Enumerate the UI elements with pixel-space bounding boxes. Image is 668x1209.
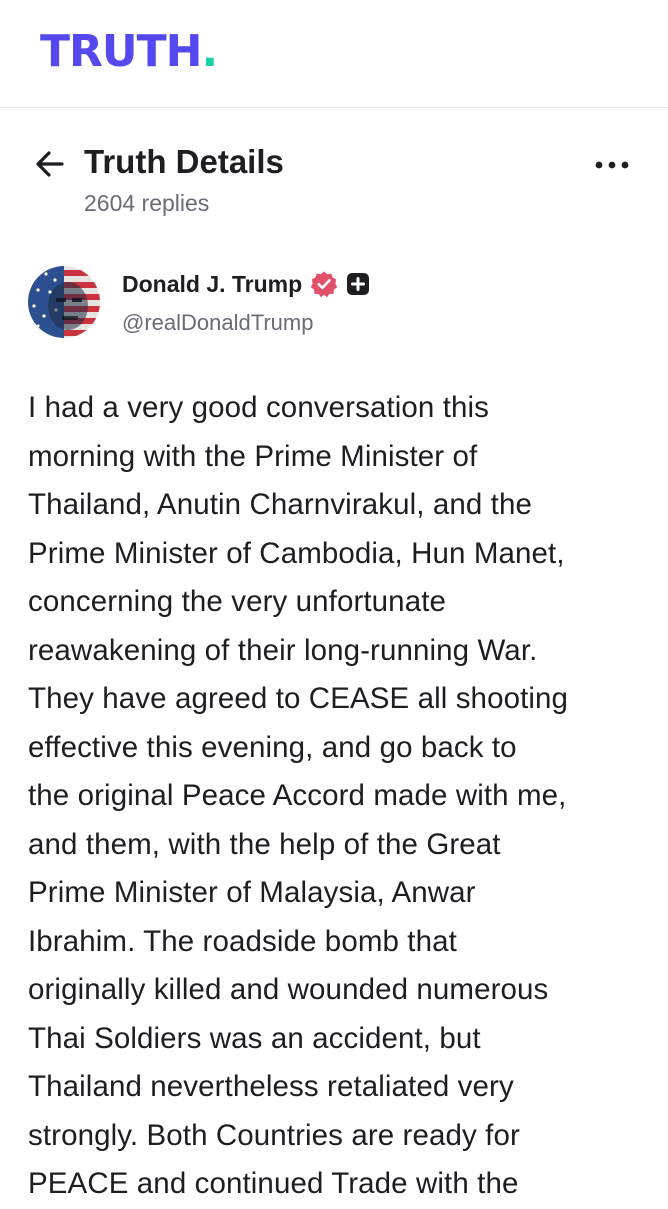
avatar[interactable] xyxy=(28,266,100,338)
page-header: Truth Details 2604 replies xyxy=(0,108,668,228)
post-text-line: reawakening of their long-running War. xyxy=(28,633,538,667)
post-author: Donald J. Trump @realDonaldTrump xyxy=(0,258,668,348)
top-bar: TRUTH. xyxy=(0,0,668,108)
post-text-line: and them, with the help of the Great xyxy=(28,827,501,861)
back-button[interactable] xyxy=(32,146,68,182)
more-options-button[interactable] xyxy=(592,150,632,180)
post-text-line: Ibrahim. The roadside bomb that xyxy=(28,924,457,958)
arrow-left-icon xyxy=(36,151,64,177)
author-handle[interactable]: @realDonaldTrump xyxy=(122,308,313,338)
post-text-line: Thailand, Anutin Charnvirakul, and the xyxy=(28,488,532,521)
post-text-line: strongly. Both Countries are ready for xyxy=(28,1118,520,1152)
post-text-line: effective this evening, and go back to xyxy=(28,730,517,764)
verified-badge-icon xyxy=(310,271,338,298)
plus-badge-icon xyxy=(347,273,370,295)
post-text-line: originally killed and wounded numerous xyxy=(28,973,549,1006)
post-text-line: I had a very good conversation this xyxy=(28,391,490,424)
post-text-line: They have agreed to CEASE all shooting xyxy=(28,682,569,715)
author-name-row: Donald J. Trump xyxy=(122,268,370,300)
post-text-line: concerning the very unfortunate xyxy=(28,585,447,618)
logo-dot: . xyxy=(201,26,218,77)
post-text: I had a very good conversation this morn… xyxy=(28,384,653,1209)
post-text-line: morning with the Prime Minister of xyxy=(28,439,478,473)
post-text-line: the original Peace Accord made with me, xyxy=(28,779,567,812)
post-text-line: Prime Minister of Malaysia, Anwar xyxy=(28,876,476,909)
avatar-image xyxy=(28,266,100,338)
post-text-line: Thai Soldiers was an accident, but xyxy=(28,1021,481,1055)
post-text-line: Prime Minister of Cambodia, Hun Manet, xyxy=(28,536,565,570)
author-display-name[interactable]: Donald J. Trump xyxy=(122,269,302,299)
page-title: Truth Details xyxy=(84,143,284,180)
truth-logo[interactable]: TRUTH. xyxy=(40,30,218,74)
post-text-line: Thailand nevertheless retaliated very xyxy=(28,1070,514,1103)
replies-count: 2604 replies xyxy=(84,190,210,216)
logo-text: TRUTH xyxy=(40,26,202,77)
more-horizontal-icon xyxy=(595,161,629,169)
post-text-line: PEACE and continued Trade with the xyxy=(28,1167,519,1200)
